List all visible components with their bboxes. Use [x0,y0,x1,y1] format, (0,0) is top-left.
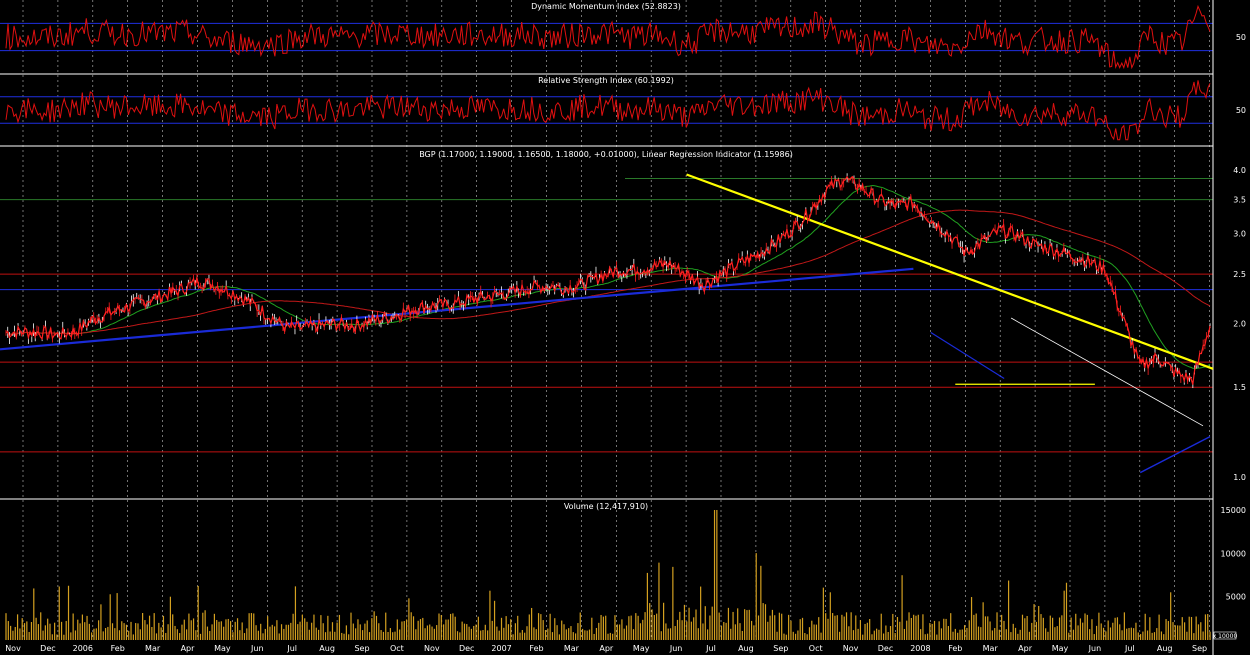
grid-lines [22,0,1210,640]
month-label: Apr [1018,644,1033,653]
y-axis-ticks: 50 50 4.0 3.5 3.0 2.5 2.0 1.5 1.0 15000 10000 5000 [1221,33,1246,602]
month-label: Aug [1157,644,1173,653]
price-y-tick: 1.0 [1233,473,1246,482]
month-label: Jul [705,644,716,653]
month-label: Mar [145,644,161,653]
volume-y-tick: 5000 [1226,593,1246,602]
month-label: Jul [1124,644,1135,653]
rsi-series [5,80,1211,141]
trendline-blue [0,267,914,351]
dmi-y-tick: 50 [1236,33,1246,42]
price-y-tick: 1.5 [1233,383,1246,392]
month-label: Jun [1088,644,1102,653]
month-label: Sep [354,644,369,653]
month-label: Jun [250,644,264,653]
volume-bars [5,510,1211,640]
month-label: 2008 [910,644,930,653]
moving-average-long [5,209,1211,335]
volume-title: Volume (12,417,910) [564,502,648,511]
price-title: BGP (1.17000, 1.19000, 1.16500, 1.18000,… [419,150,793,159]
price-series [5,173,1211,389]
month-label: Feb [948,644,962,653]
month-label: 2006 [73,644,93,653]
month-label: Apr [599,644,614,653]
price-line [5,175,1211,385]
month-label: Nov [5,644,21,653]
price-y-tick: 2.0 [1233,320,1246,329]
x-axis-months: Nov Dec 2006 Feb Mar Apr May Jun Jul Aug Sep Oct Nov… [5,644,1207,653]
volume-y-tick: 10000 [1221,549,1246,558]
rsi-title: Relative Strength Index (60.1992) [538,76,674,85]
month-label: Oct [390,644,404,653]
month-label: Jun [669,644,683,653]
volume-multiplier: x 10000 [1213,633,1238,640]
stock-chart: Dynamic Momentum Index (52.8823) Relativ… [0,0,1246,655]
month-label: May [214,644,231,653]
trendline-blue-short [930,332,1005,380]
month-label: Dec [40,644,55,653]
month-label: 2007 [491,644,511,653]
dmi-line [5,4,1211,70]
month-label: Apr [181,644,196,653]
volume-y-tick: 15000 [1221,506,1246,515]
price-y-tick: 3.5 [1233,196,1246,205]
month-label: May [1052,644,1069,653]
month-label: Feb [111,644,125,653]
horizontal-levels [0,22,1213,453]
price-y-tick: 4.0 [1233,166,1246,175]
month-label: Mar [983,644,999,653]
trendline-blue-short [1139,436,1211,474]
month-label: May [633,644,650,653]
trendline-white [1010,317,1204,427]
month-label: Oct [809,644,823,653]
month-label: Nov [424,644,440,653]
price-y-tick: 3.0 [1233,230,1246,239]
rsi-y-tick: 50 [1236,106,1246,115]
month-label: Nov [843,644,859,653]
month-label: Sep [1192,644,1207,653]
month-label: Feb [529,644,543,653]
dmi-series [5,4,1211,70]
month-label: Aug [738,644,754,653]
dmi-title: Dynamic Momentum Index (52.8823) [531,2,681,11]
month-label: Aug [319,644,335,653]
rsi-line [5,80,1211,141]
month-label: Jul [286,644,297,653]
price-y-tick: 2.5 [1233,270,1246,279]
month-label: Dec [878,644,893,653]
month-label: Mar [564,644,580,653]
month-label: Dec [459,644,474,653]
month-label: Sep [773,644,788,653]
